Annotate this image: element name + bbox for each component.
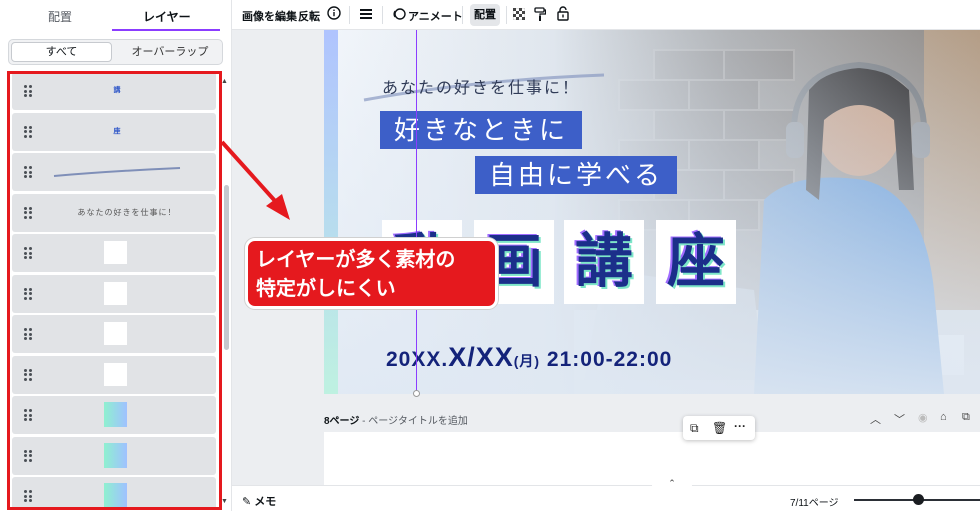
scroll-down-icon[interactable]: ▼ — [221, 498, 228, 505]
resize-handle[interactable] — [413, 390, 420, 397]
layers-panel: 配置 レイヤー すべて オーバーラップ 講座あなたの好きを仕事に！ ▲ ▼ — [0, 0, 232, 511]
animate-button[interactable]: アニメート — [408, 8, 463, 24]
scroll-up-icon[interactable]: ▲ — [221, 78, 228, 85]
more-icon[interactable]: ··· — [734, 419, 746, 433]
divider — [382, 6, 383, 24]
headline-line2[interactable]: 自由に学べる — [475, 156, 678, 194]
eye-icon[interactable]: ◉ — [918, 411, 928, 424]
annotation-arrow — [220, 140, 290, 220]
event-date[interactable]: 20XX.X/XX(月) 21:00-22:00 — [386, 342, 672, 373]
lines-icon[interactable] — [359, 8, 373, 23]
annotation-callout: レイヤーが多く素材の 特定がしにくい — [245, 238, 498, 309]
active-tab-indicator — [112, 29, 220, 31]
next-page[interactable] — [324, 432, 980, 485]
chevron-up-icon[interactable]: ︿ — [870, 411, 881, 427]
page-number-label: 8ページ — [324, 416, 360, 427]
divider — [462, 6, 463, 24]
add-page-title[interactable]: - ページタイトルを追加 — [359, 416, 468, 427]
info-icon[interactable] — [327, 6, 341, 23]
animate-icon[interactable] — [392, 7, 406, 24]
date-weekday: (月) — [513, 353, 541, 369]
callout-line2: 特定がしにくい — [256, 278, 396, 300]
title-char-4[interactable]: 座 — [656, 220, 736, 304]
headline-line1[interactable]: 好きなときに — [380, 111, 583, 149]
selection-guide — [416, 30, 417, 394]
trash-icon[interactable]: 🗑 — [712, 421, 727, 435]
date-main: X/XX — [448, 342, 514, 372]
zoom-slider-handle[interactable] — [913, 494, 924, 505]
page-duplicate-icon[interactable]: ⧉ — [962, 411, 970, 424]
lock-icon[interactable] — [557, 6, 569, 24]
date-prefix: 20XX. — [386, 348, 449, 371]
layout-button[interactable]: 配置 — [470, 4, 500, 26]
highlight-frame — [7, 71, 222, 510]
page-action-bar: ⧉ 🗑 ··· — [683, 416, 755, 440]
notes-label: メモ — [254, 496, 277, 508]
design-page[interactable]: あなたの好きを仕事に！ 好きなときに 自由に学べる 動 画 講 座 20XX.X… — [324, 30, 980, 394]
notes-icon: ✎ — [242, 496, 252, 508]
callout-line1: レイヤーが多く素材の — [256, 249, 456, 271]
page-lock-icon[interactable]: ⌂ — [940, 411, 947, 423]
panel-tabs: 配置 レイヤー — [0, 0, 232, 31]
filter-all-button[interactable]: すべて — [11, 42, 112, 62]
page-meta[interactable]: 8ページ - ページタイトルを追加 — [324, 412, 468, 427]
flip-button[interactable]: 反転 — [298, 8, 320, 24]
tab-layers[interactable]: レイヤー — [143, 8, 191, 25]
title-char-3[interactable]: 講 — [564, 220, 644, 304]
divider — [349, 6, 350, 24]
duplicate-icon[interactable]: ⧉ — [690, 421, 699, 436]
show-pages-icon[interactable]: ⌃ — [652, 478, 692, 492]
checker-icon[interactable] — [512, 7, 526, 23]
paint-roller-icon[interactable] — [534, 7, 547, 25]
event-time: 21:00-22:00 — [546, 348, 673, 371]
notes-button[interactable]: ✎ メモ — [242, 493, 276, 509]
filter-overlap-button[interactable]: オーバーラップ — [121, 42, 219, 62]
edit-image-button[interactable]: 画像を編集 — [242, 8, 297, 24]
chevron-down-icon[interactable]: ﹀ — [894, 411, 905, 427]
context-toolbar: 画像を編集 反転 アニメート 配置 — [232, 0, 980, 30]
layer-filter: すべて オーバーラップ — [8, 39, 223, 65]
tab-layout[interactable]: 配置 — [48, 8, 72, 25]
catch-copy-text[interactable]: あなたの好きを仕事に！ — [382, 74, 580, 98]
divider — [506, 6, 507, 24]
bottom-bar: ⌃ ✎ メモ 7/11ページ — [232, 478, 980, 511]
page-counter[interactable]: 7/11ページ — [790, 494, 839, 509]
